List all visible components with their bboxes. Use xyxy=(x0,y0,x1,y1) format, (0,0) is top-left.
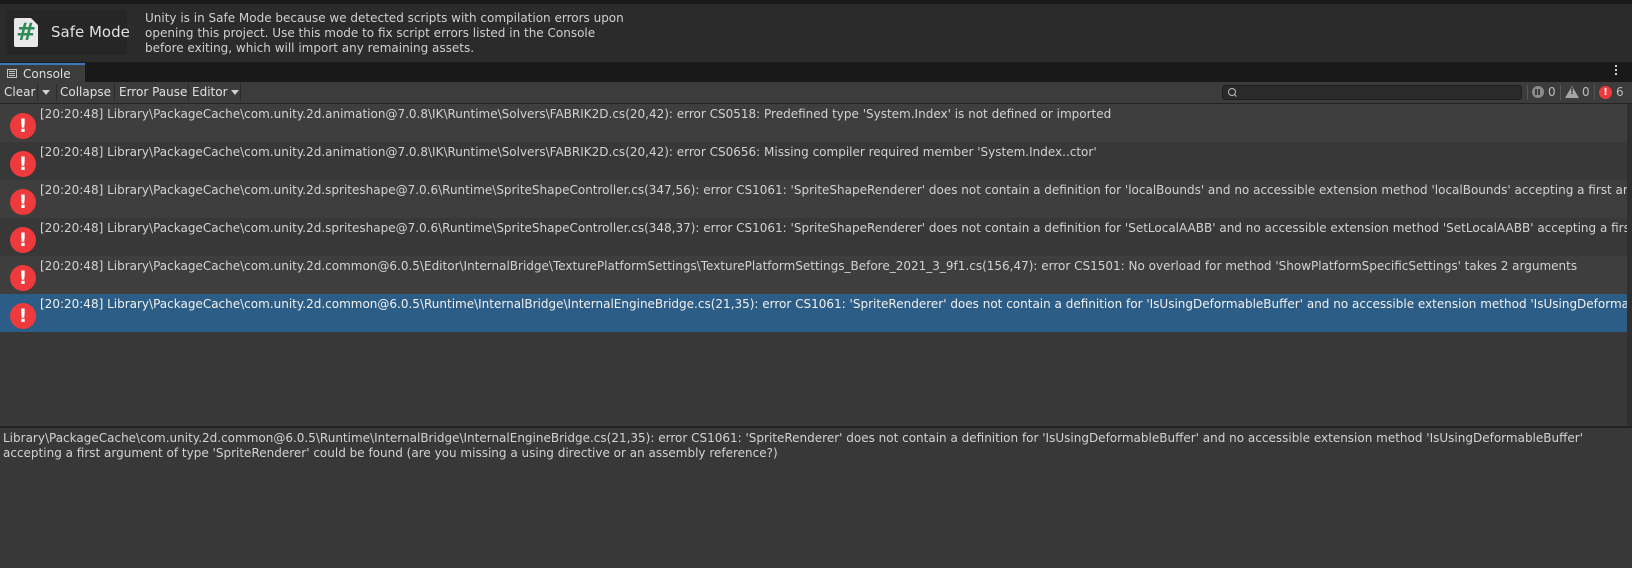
clear-button[interactable]: Clear xyxy=(4,84,35,101)
error-icon: ! xyxy=(10,303,36,329)
error-count-toggle[interactable]: ! 6 xyxy=(1595,84,1629,101)
safe-mode-badge: # Safe Mode xyxy=(6,10,130,55)
log-list: ! [20:20:48] Library\PackageCache\com.un… xyxy=(0,104,1632,426)
safe-mode-title: Safe Mode xyxy=(51,23,130,41)
safe-mode-message: Unity is in Safe Mode because we detecte… xyxy=(145,11,624,56)
log-entry[interactable]: ! [20:20:48] Library\PackageCache\com.un… xyxy=(0,142,1632,180)
tab-console[interactable]: Console xyxy=(0,63,85,82)
editor-dropdown[interactable]: Editor xyxy=(192,84,240,101)
clear-options-dropdown[interactable] xyxy=(42,84,54,101)
safe-mode-message-line: before exiting, which will import any re… xyxy=(145,41,475,55)
log-entry[interactable]: ! [20:20:48] Library\PackageCache\com.un… xyxy=(0,218,1632,256)
error-icon: ! xyxy=(10,265,36,291)
search-icon xyxy=(1228,88,1236,96)
log-entry-text: [20:20:48] Library\PackageCache\com.unit… xyxy=(40,259,1578,273)
editor-dropdown-label: Editor xyxy=(192,85,228,99)
safe-mode-banner: # Safe Mode Unity is in Safe Mode becaus… xyxy=(0,4,1632,63)
error-icon: ! xyxy=(10,189,36,215)
log-entry-text: [20:20:48] Library\PackageCache\com.unit… xyxy=(40,107,1112,121)
console-toolbar: Clear Collapse Error Pause Editor 0 0 ! … xyxy=(0,82,1632,104)
error-icon: ! xyxy=(10,151,36,177)
error-count: 6 xyxy=(1616,85,1624,99)
message-count: 0 xyxy=(1548,85,1556,99)
more-options-icon[interactable] xyxy=(1615,65,1618,79)
error-icon: ! xyxy=(10,113,36,139)
safe-mode-message-line: opening this project. Use this mode to f… xyxy=(145,26,596,40)
log-entry-text: [20:20:48] Library\PackageCache\com.unit… xyxy=(40,145,1097,159)
hash-icon: # xyxy=(14,18,38,47)
warning-count: 0 xyxy=(1582,85,1590,99)
error-pause-button[interactable]: Error Pause xyxy=(119,84,187,101)
warning-icon xyxy=(1565,86,1579,98)
log-entry[interactable]: ! [20:20:48] Library\PackageCache\com.un… xyxy=(0,256,1632,294)
log-entry-text: [20:20:48] Library\PackageCache\com.unit… xyxy=(40,183,1632,197)
chevron-down-icon xyxy=(42,90,50,95)
log-entry[interactable]: ! [20:20:48] Library\PackageCache\com.un… xyxy=(0,104,1632,142)
log-entry-selected[interactable]: ! [20:20:48] Library\PackageCache\com.un… xyxy=(0,294,1632,332)
safe-mode-message-line: Unity is in Safe Mode because we detecte… xyxy=(145,11,624,25)
log-details-panel: Library\PackageCache\com.unity.2d.common… xyxy=(0,428,1632,568)
log-entry-text: [20:20:48] Library\PackageCache\com.unit… xyxy=(40,297,1632,311)
error-icon: ! xyxy=(10,227,36,253)
log-entry-text: [20:20:48] Library\PackageCache\com.unit… xyxy=(40,221,1632,235)
console-icon xyxy=(7,69,17,78)
info-icon xyxy=(1532,86,1544,98)
log-entry[interactable]: ! [20:20:48] Library\PackageCache\com.un… xyxy=(0,180,1632,218)
log-list-scrollbar[interactable] xyxy=(1627,104,1632,426)
warning-count-toggle[interactable]: 0 xyxy=(1561,84,1593,101)
message-count-toggle[interactable]: 0 xyxy=(1528,84,1560,101)
collapse-button[interactable]: Collapse xyxy=(60,84,111,101)
search-input[interactable] xyxy=(1222,85,1522,100)
tab-console-label: Console xyxy=(23,67,71,81)
error-icon: ! xyxy=(1599,86,1612,99)
log-details-text[interactable]: Library\PackageCache\com.unity.2d.common… xyxy=(3,431,1618,461)
chevron-down-icon xyxy=(231,90,240,95)
tab-bar: Console xyxy=(0,63,1632,82)
